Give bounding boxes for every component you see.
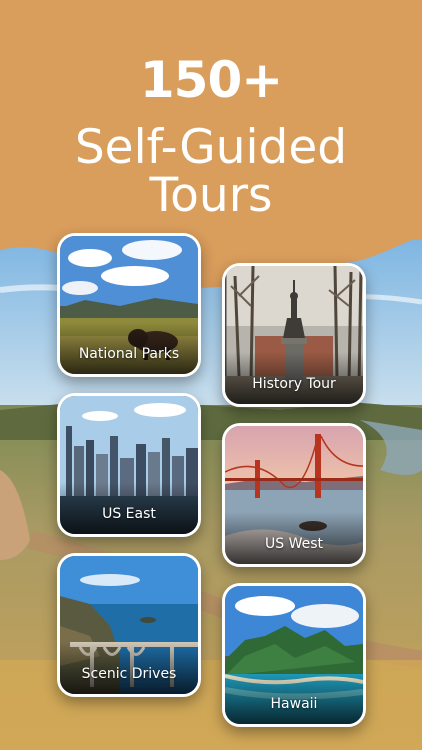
tour-card-label: Hawaii xyxy=(270,696,318,712)
tour-card-label: Scenic Drives xyxy=(81,666,177,682)
tour-card-label: US West xyxy=(264,536,323,552)
tour-card-history-tour[interactable]: History Tour xyxy=(222,263,366,407)
headline-line-1: Self-Guided xyxy=(74,120,348,175)
tour-card-label: National Parks xyxy=(78,346,180,362)
headline-line-2: Tours xyxy=(149,168,273,223)
headline-count: 150+ xyxy=(139,51,283,109)
tour-card-us-west[interactable]: US West xyxy=(222,423,366,567)
tour-card-scenic-drives[interactable]: Scenic Drives xyxy=(57,553,201,697)
tour-card-us-east[interactable]: US East xyxy=(57,393,201,537)
tour-card-label: History Tour xyxy=(252,376,336,392)
tour-card-hawaii[interactable]: Hawaii xyxy=(222,583,366,727)
tour-card-national-parks[interactable]: National Parks xyxy=(57,233,201,377)
tour-card-label: US East xyxy=(102,506,156,522)
